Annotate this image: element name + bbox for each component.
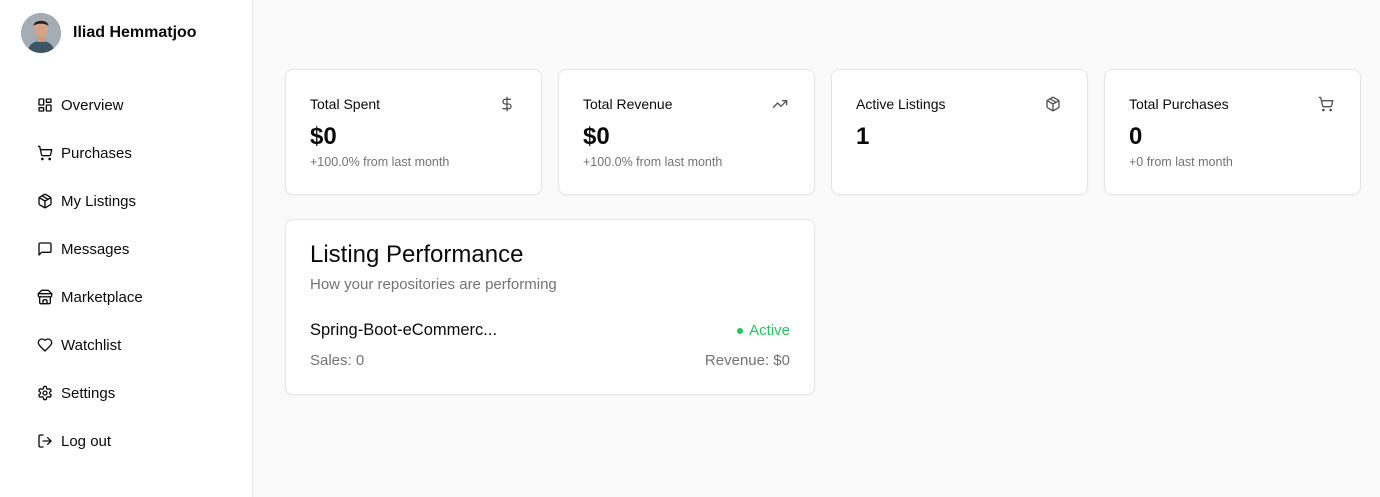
heart-icon xyxy=(37,337,53,353)
stat-card-total-revenue: Total Revenue $0 +100.0% from last month xyxy=(558,69,815,195)
stat-card-total-purchases: Total Purchases 0 +0 from last month xyxy=(1104,69,1361,195)
stat-title: Total Purchases xyxy=(1129,96,1229,112)
sidebar-item-label: Marketplace xyxy=(61,288,143,306)
sidebar-item-watchlist[interactable]: Watchlist xyxy=(37,323,143,367)
sidebar-nav: Overview Purchases My Listings Messages xyxy=(37,83,143,467)
stat-card-total-spent: Total Spent $0 +100.0% from last month xyxy=(285,69,542,195)
sidebar-item-overview[interactable]: Overview xyxy=(37,83,143,127)
package-icon xyxy=(1045,96,1061,112)
status-badge: Active xyxy=(737,322,790,339)
trending-up-icon xyxy=(772,96,788,112)
package-icon xyxy=(37,193,53,209)
status-dot-icon xyxy=(737,327,744,334)
user-name: Iliad Hemmatjoo xyxy=(73,24,197,41)
listing-sales: Sales: 0 xyxy=(310,352,365,369)
log-out-icon xyxy=(37,433,53,449)
layout-dashboard-icon xyxy=(37,97,53,113)
stat-card-active-listings: Active Listings 1 xyxy=(831,69,1088,195)
stat-value: $0 xyxy=(310,123,337,150)
stat-title: Total Spent xyxy=(310,96,381,112)
sidebar-item-label: Watchlist xyxy=(61,336,122,354)
sidebar-item-messages[interactable]: Messages xyxy=(37,227,143,271)
sidebar-item-marketplace[interactable]: Marketplace xyxy=(37,275,143,319)
store-icon xyxy=(37,289,53,305)
stat-title: Total Revenue xyxy=(583,96,673,112)
message-square-icon xyxy=(37,241,53,257)
dollar-sign-icon xyxy=(499,96,515,112)
sidebar-item-log-out[interactable]: Log out xyxy=(37,419,143,463)
stat-subtext: +100.0% from last month xyxy=(310,155,450,169)
sidebar-item-label: Purchases xyxy=(61,144,132,162)
sidebar-item-settings[interactable]: Settings xyxy=(37,371,143,415)
avatar xyxy=(21,13,61,53)
sidebar-item-label: Settings xyxy=(61,384,116,402)
card-description: How your repositories are performing xyxy=(310,276,557,293)
sidebar-item-label: Overview xyxy=(61,96,124,114)
listing-name[interactable]: Spring-Boot-eCommerc... xyxy=(310,321,497,340)
status-label: Active xyxy=(749,322,790,339)
sidebar-item-purchases[interactable]: Purchases xyxy=(37,131,143,175)
card-title: Listing Performance xyxy=(310,241,524,268)
stat-title: Active Listings xyxy=(856,96,946,112)
settings-icon xyxy=(37,385,53,401)
user-profile[interactable]: Iliad Hemmatjoo xyxy=(21,13,197,53)
main-content: Total Spent $0 +100.0% from last month T… xyxy=(253,0,1380,497)
stat-subtext: +0 from last month xyxy=(1129,155,1233,169)
sidebar-item-my-listings[interactable]: My Listings xyxy=(37,179,143,223)
shopping-cart-icon xyxy=(1318,96,1334,112)
sidebar-item-label: Log out xyxy=(61,432,112,450)
listing-performance-card: Listing Performance How your repositorie… xyxy=(285,219,815,395)
stat-value: 0 xyxy=(1129,123,1143,150)
stat-value: $0 xyxy=(583,123,610,150)
sidebar-item-label: Messages xyxy=(61,240,130,258)
app-root: Iliad Hemmatjoo Overview Purchases My Li… xyxy=(0,0,1380,497)
sidebar-item-label: My Listings xyxy=(61,192,137,210)
sidebar: Iliad Hemmatjoo Overview Purchases My Li… xyxy=(0,0,253,497)
listing-revenue: Revenue: $0 xyxy=(704,352,790,369)
stat-value: 1 xyxy=(856,123,870,150)
stat-subtext: +100.0% from last month xyxy=(583,155,723,169)
shopping-cart-icon xyxy=(37,145,53,161)
